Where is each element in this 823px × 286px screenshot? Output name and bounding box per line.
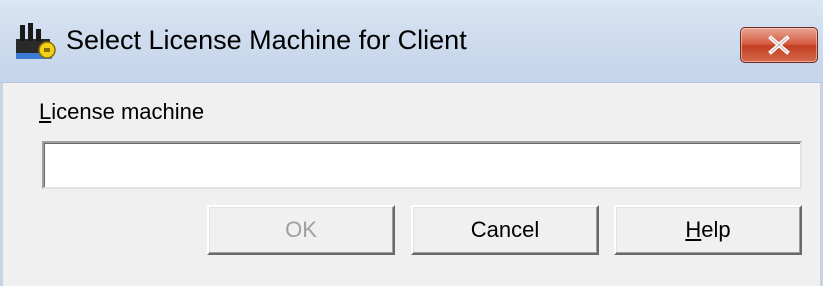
ok-button-label: OK bbox=[285, 217, 317, 242]
license-machine-label: License machine bbox=[39, 99, 204, 125]
close-button[interactable] bbox=[740, 27, 818, 63]
ok-button[interactable]: OK bbox=[207, 205, 395, 255]
help-mnemonic: H bbox=[685, 217, 702, 242]
help-button-label: Help bbox=[685, 217, 730, 243]
close-icon bbox=[768, 35, 790, 55]
cancel-button[interactable]: Cancel bbox=[411, 205, 599, 255]
label-mnemonic: L bbox=[39, 99, 52, 124]
cancel-button-label: Cancel bbox=[470, 217, 540, 242]
label-text: icense machine bbox=[51, 99, 205, 124]
help-button[interactable]: Help bbox=[614, 205, 802, 255]
license-machine-input[interactable] bbox=[42, 141, 802, 189]
license-server-icon bbox=[14, 19, 58, 63]
window-title: Select License Machine for Client bbox=[66, 25, 467, 55]
title-bar[interactable]: Select License Machine for Client bbox=[0, 0, 823, 83]
help-rest: elp bbox=[701, 217, 731, 242]
